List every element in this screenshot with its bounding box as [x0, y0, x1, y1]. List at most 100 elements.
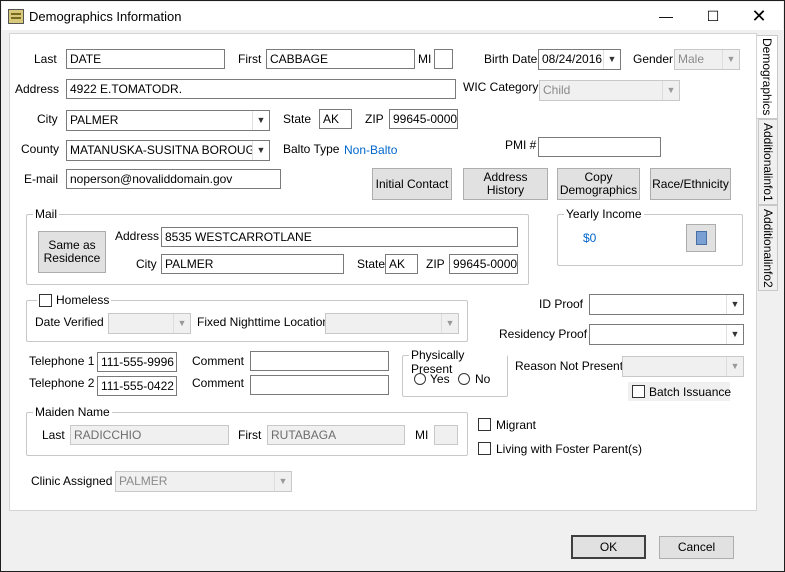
tab-additionalinfo2[interactable]: Additionalinfo2 — [758, 205, 778, 291]
chevron-down-icon: ▼ — [252, 111, 269, 130]
chevron-down-icon: ▼ — [441, 314, 458, 333]
birth-date-picker[interactable]: 08/24/2016 ▼ — [538, 49, 621, 70]
present-no-label: No — [475, 372, 491, 386]
mail-address-field[interactable]: 8535 WESTCARROTLANE — [161, 227, 518, 247]
telephone2-field[interactable]: 111-555-0422 — [97, 376, 177, 396]
address-label: Address — [15, 82, 60, 96]
maiden-mi-label: MI — [415, 428, 429, 442]
mail-state-label: State — [357, 257, 386, 271]
demographics-panel: Last DATE First CABBAGE MI Birth Date 08… — [9, 33, 757, 511]
chevron-down-icon: ▼ — [662, 81, 679, 100]
dialog-window: Demographics Information — ☐ ✕ Last DATE… — [0, 0, 785, 572]
comment1-field[interactable] — [250, 351, 389, 371]
first-name-field[interactable]: CABBAGE — [266, 49, 415, 69]
mail-zip-field[interactable]: 99645-0000 — [449, 254, 518, 274]
email-label: E-mail — [24, 172, 59, 186]
county-label: County — [21, 142, 60, 156]
zip-field[interactable]: 99645-0000 — [389, 109, 458, 129]
mi-field[interactable] — [434, 49, 453, 69]
mail-state-field[interactable]: AK — [385, 254, 418, 274]
tab-additionalinfo1[interactable]: Additionalinfo1 — [758, 119, 778, 205]
email-field[interactable]: noperson@novaliddomain.gov — [66, 169, 281, 189]
clinic-assigned-value: PALMER — [119, 474, 168, 488]
maiden-name-title: Maiden Name — [33, 405, 112, 419]
gender-select[interactable]: Male ▼ — [674, 49, 740, 70]
last-label: Last — [34, 52, 57, 66]
chevron-down-icon: ▼ — [603, 50, 620, 69]
pmi-field[interactable] — [538, 137, 661, 157]
window-title: Demographics Information — [29, 9, 182, 24]
app-icon — [8, 9, 24, 24]
maiden-first-label: First — [238, 428, 262, 442]
present-yes-label: Yes — [430, 372, 450, 386]
minimize-button[interactable]: — — [643, 2, 689, 30]
reason-not-present-select[interactable]: ▼ — [622, 356, 744, 377]
telephone2-label: Telephone 2 — [29, 376, 95, 390]
clinic-assigned-label: Clinic Assigned — [31, 474, 113, 488]
mail-address-label: Address — [115, 229, 160, 243]
race-ethnicity-button[interactable]: Race/Ethnicity — [650, 168, 731, 200]
initial-contact-button[interactable]: Initial Contact — [372, 168, 452, 200]
yearly-income-title: Yearly Income — [564, 207, 644, 221]
chevron-down-icon: ▼ — [252, 141, 269, 160]
chevron-down-icon: ▼ — [726, 325, 743, 344]
telephone1-field[interactable]: 111-555-9996 — [97, 352, 177, 372]
reason-not-present-label: Reason Not Present — [515, 359, 624, 373]
homeless-checkbox[interactable] — [39, 293, 52, 307]
id-proof-select[interactable]: ▼ — [589, 294, 744, 315]
title-bar: Demographics Information — ☐ ✕ — [2, 2, 783, 30]
date-verified-label: Date Verified — [35, 315, 104, 329]
close-button[interactable]: ✕ — [736, 2, 782, 30]
mail-group: Mail Same as Residence Address 8535 WEST… — [26, 207, 529, 285]
yearly-income-value: $0 — [583, 231, 597, 245]
mail-zip-label: ZIP — [426, 257, 445, 271]
id-proof-label: ID Proof — [539, 297, 584, 311]
fixed-nighttime-select[interactable]: ▼ — [325, 313, 459, 334]
state-field[interactable]: AK — [319, 109, 352, 129]
present-yes-radio[interactable] — [414, 373, 426, 385]
copy-demographics-button[interactable]: Copy Demographics — [557, 168, 640, 200]
comment2-field[interactable] — [250, 375, 389, 395]
yearly-income-group: Yearly Income $0 — [557, 207, 743, 266]
residency-proof-select[interactable]: ▼ — [589, 324, 744, 345]
batch-issuance-checkbox[interactable] — [632, 385, 645, 398]
mail-city-field[interactable]: PALMER — [161, 254, 344, 274]
wic-category-value: Child — [543, 83, 571, 97]
city-value: PALMER — [70, 113, 119, 127]
physically-present-title: Physically Present — [409, 348, 507, 376]
batch-issuance-label: Batch Issuance — [649, 385, 732, 399]
same-as-residence-button[interactable]: Same as Residence — [38, 231, 106, 273]
migrant-checkbox[interactable] — [478, 418, 491, 431]
tab-additionalinfo1-label: Additionalinfo1 — [761, 122, 775, 202]
date-verified-picker[interactable]: ▼ — [108, 313, 191, 334]
maiden-first-field[interactable]: RUTABAGA — [267, 425, 405, 445]
clinic-assigned-select[interactable]: PALMER ▼ — [115, 471, 292, 492]
comment2-label: Comment — [192, 376, 245, 390]
last-name-field[interactable]: DATE — [66, 49, 225, 69]
mail-city-label: City — [136, 257, 157, 271]
maximize-button[interactable]: ☐ — [690, 2, 736, 30]
balto-type-value: Non-Balto — [344, 143, 398, 157]
calculator-button[interactable] — [686, 224, 716, 252]
address-history-button[interactable]: Address History — [463, 168, 548, 200]
chevron-down-icon: ▼ — [173, 314, 190, 333]
address-field[interactable]: 4922 E.TOMATODR. — [66, 79, 456, 99]
county-value: MATANUSKA-SUSITNA BOROUGH — [70, 143, 264, 157]
telephone1-label: Telephone 1 — [29, 354, 95, 368]
wic-category-select[interactable]: Child ▼ — [539, 80, 680, 101]
ok-button[interactable]: OK — [571, 535, 646, 559]
city-select[interactable]: PALMER ▼ — [66, 110, 270, 131]
residency-proof-label: Residency Proof — [499, 327, 588, 341]
chevron-down-icon: ▼ — [726, 295, 743, 314]
maiden-mi-field[interactable] — [434, 425, 458, 445]
present-no-radio[interactable] — [458, 373, 470, 385]
maiden-last-label: Last — [42, 428, 65, 442]
maiden-last-field[interactable]: RADICCHIO — [70, 425, 229, 445]
comment1-label: Comment — [192, 354, 245, 368]
tab-demographics[interactable]: Demographics — [757, 35, 778, 119]
chevron-down-icon: ▼ — [726, 357, 743, 376]
foster-checkbox[interactable] — [478, 442, 491, 455]
cancel-button[interactable]: Cancel — [659, 536, 734, 559]
maiden-name-group: Maiden Name Last RADICCHIO First RUTABAG… — [26, 405, 468, 456]
county-select[interactable]: MATANUSKA-SUSITNA BOROUGH ▼ — [66, 140, 270, 161]
